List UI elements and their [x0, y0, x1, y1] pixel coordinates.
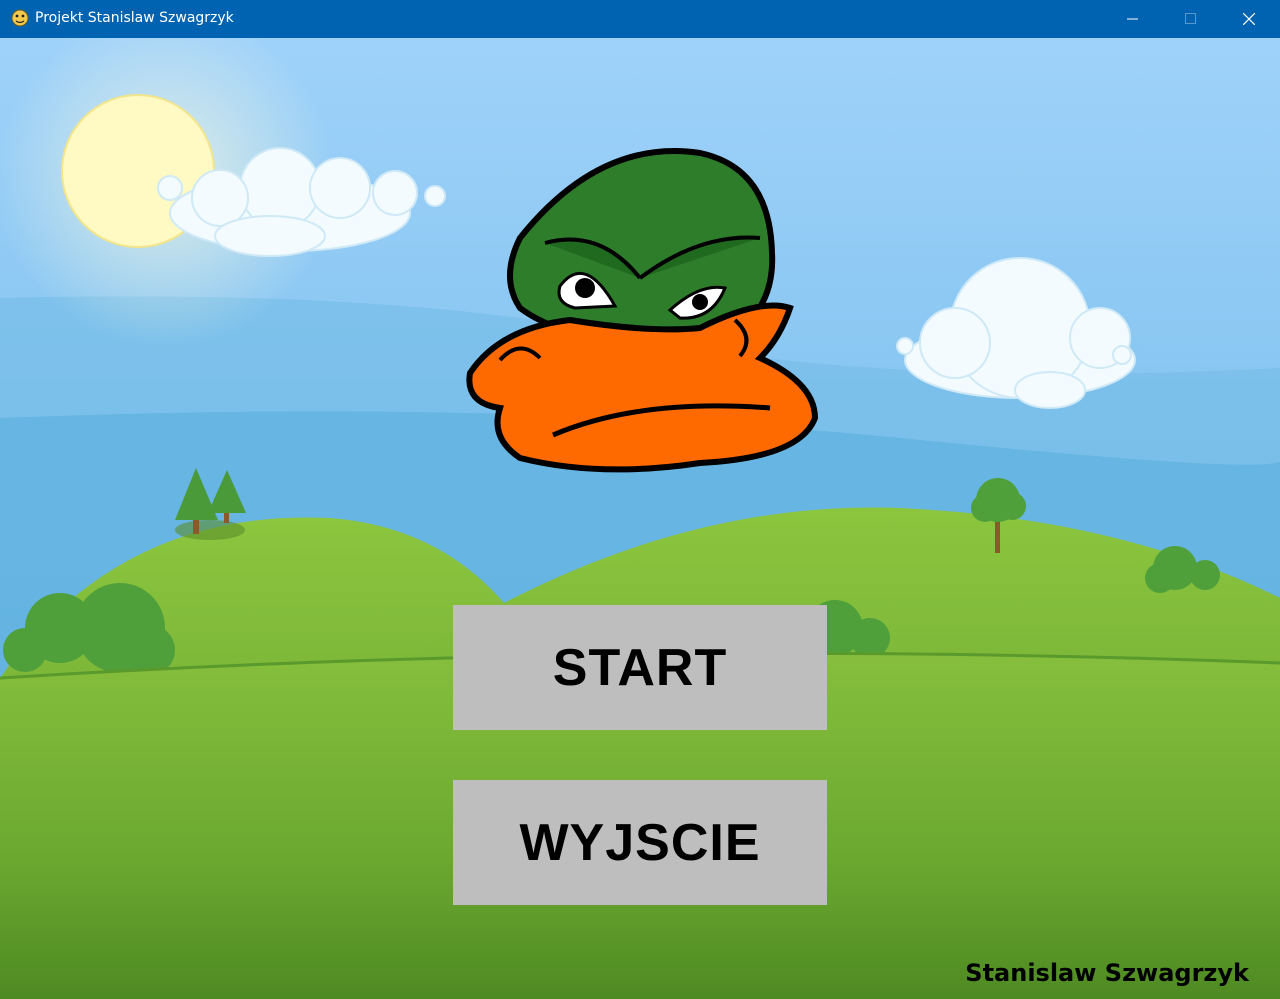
exit-button[interactable]: WYJSCIE [453, 780, 827, 905]
maximize-button[interactable] [1162, 0, 1220, 38]
python-snake-icon [11, 9, 29, 27]
close-button[interactable] [1220, 0, 1278, 38]
game-canvas: START WYJSCIE Stanislaw Szwagrzyk [0, 38, 1280, 999]
title-bar: Projekt Stanislaw Szwagrzyk [0, 0, 1280, 38]
maximize-icon [1185, 13, 1196, 24]
window-title: Projekt Stanislaw Szwagrzyk [35, 10, 234, 26]
author-credit: Stanislaw Szwagrzyk [965, 959, 1249, 987]
minimize-button[interactable] [1104, 0, 1162, 38]
close-icon [1243, 13, 1255, 25]
minimize-icon [1127, 18, 1138, 20]
start-button[interactable]: START [453, 605, 827, 730]
